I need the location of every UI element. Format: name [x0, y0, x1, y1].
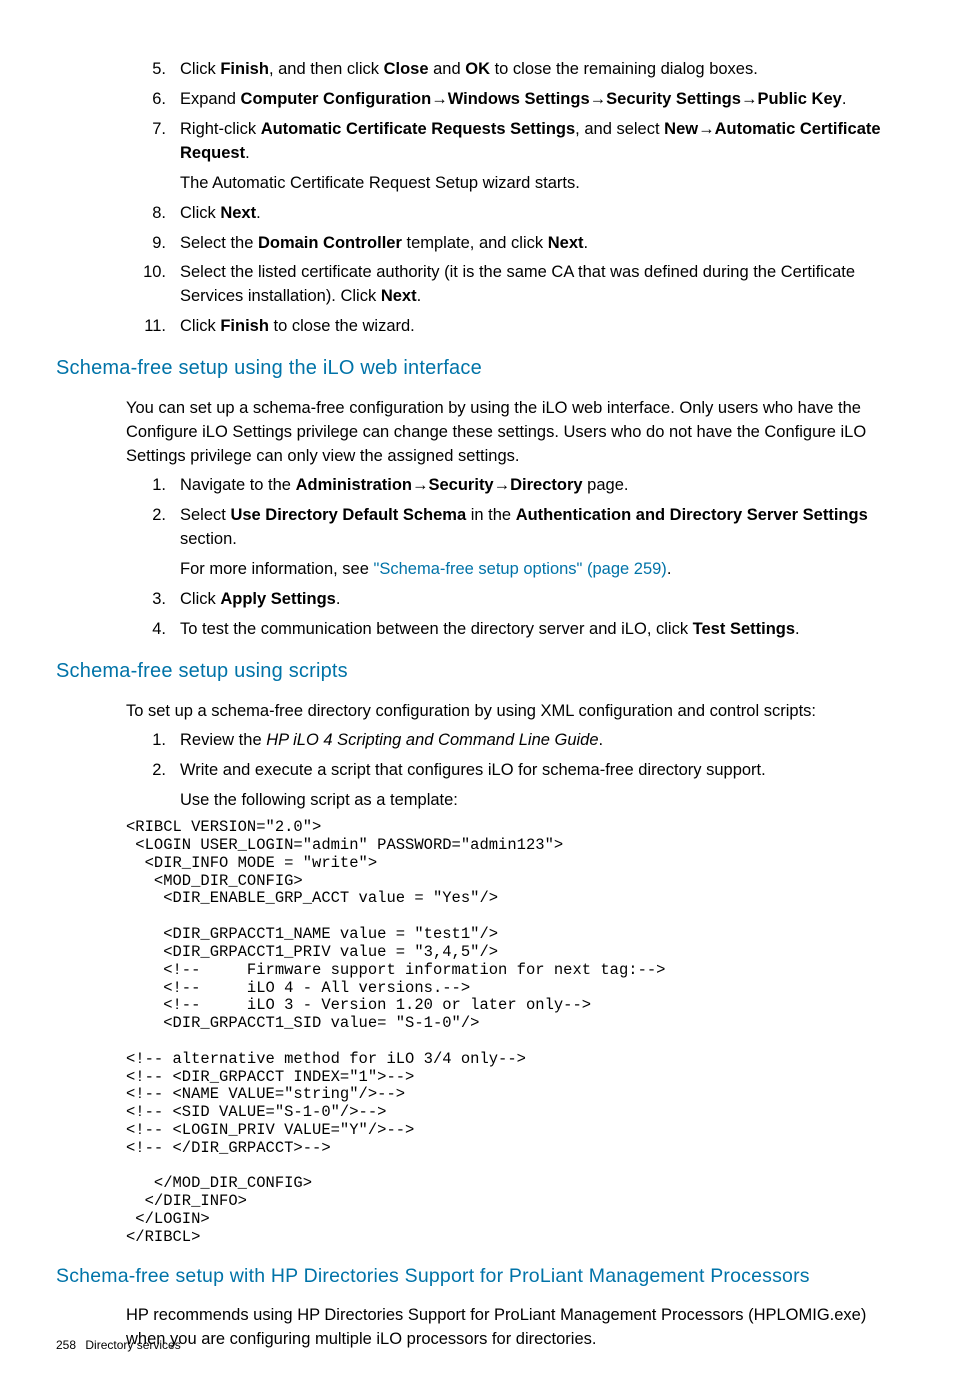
step-number: 5.	[126, 58, 180, 82]
footer: 258 Directory services	[56, 1338, 181, 1352]
link-schema-free-options[interactable]: "Schema-free setup options" (page 259)	[374, 560, 667, 578]
list-item: 1.Review the HP iLO 4 Scripting and Comm…	[126, 729, 898, 753]
step-number: 10.	[126, 261, 180, 309]
list-item: 10.Select the listed certificate authori…	[126, 261, 898, 309]
step-list-web: 1.Navigate to the Administration→Securit…	[126, 474, 898, 642]
step-text: Review the HP iLO 4 Scripting and Comman…	[180, 729, 898, 753]
list-item: 1.Navigate to the Administration→Securit…	[126, 474, 898, 498]
step-number: 1.	[126, 729, 180, 753]
list-item: 6.Expand Computer Configuration→Windows …	[126, 88, 898, 112]
list-item: 3.Click Apply Settings.	[126, 588, 898, 612]
step-text: Right-click Automatic Certificate Reques…	[180, 118, 898, 166]
list-item: 2.Select Use Directory Default Schema in…	[126, 504, 898, 552]
step-number: 3.	[126, 588, 180, 612]
para-scripts: To set up a schema-free directory config…	[126, 700, 898, 724]
step-number: 2.	[126, 759, 180, 783]
step-number: 8.	[126, 202, 180, 226]
step-text: Click Finish, and then click Close and O…	[180, 58, 898, 82]
heading-web: Schema-free setup using the iLO web inte…	[56, 357, 898, 380]
para-hp: HP recommends using HP Directories Suppo…	[126, 1304, 898, 1352]
step-text: Expand Computer Configuration→Windows Se…	[180, 88, 898, 112]
step-number: 11.	[126, 315, 180, 339]
step-number: 1.	[126, 474, 180, 498]
list-item: 5.Click Finish, and then click Close and…	[126, 58, 898, 82]
step-text: Select Use Directory Default Schema in t…	[180, 504, 898, 552]
sub-text: For more information, see "Schema-free s…	[180, 558, 898, 582]
footer-section: Directory services	[85, 1338, 180, 1352]
step-list-scripts: 1.Review the HP iLO 4 Scripting and Comm…	[126, 729, 898, 813]
step-number: 2.	[126, 504, 180, 552]
list-item: 8.Click Next.	[126, 202, 898, 226]
step-text: Click Finish to close the wizard.	[180, 315, 898, 339]
sub-text: Use the following script as a template:	[180, 789, 898, 813]
step-text: To test the communication between the di…	[180, 618, 898, 642]
list-item: 4.To test the communication between the …	[126, 618, 898, 642]
step-text: Click Apply Settings.	[180, 588, 898, 612]
step-text: Select the Domain Controller template, a…	[180, 232, 898, 256]
list-item: 7.Right-click Automatic Certificate Requ…	[126, 118, 898, 166]
step-list-a: 5.Click Finish, and then click Close and…	[126, 58, 898, 339]
list-item: 11.Click Finish to close the wizard.	[126, 315, 898, 339]
list-item: 9.Select the Domain Controller template,…	[126, 232, 898, 256]
step-number: 6.	[126, 88, 180, 112]
step-text: Select the listed certificate authority …	[180, 261, 898, 309]
step-text: Write and execute a script that configur…	[180, 759, 898, 783]
step-number: 7.	[126, 118, 180, 166]
list-item: 2.Write and execute a script that config…	[126, 759, 898, 783]
step-text: Click Next.	[180, 202, 898, 226]
code-block: <RIBCL VERSION="2.0"> <LOGIN USER_LOGIN=…	[126, 819, 898, 1247]
heading-scripts: Schema-free setup using scripts	[56, 660, 898, 683]
para-web: You can set up a schema-free configurati…	[126, 397, 898, 469]
footer-page-num: 258	[56, 1338, 76, 1352]
step-number: 9.	[126, 232, 180, 256]
step-text: Navigate to the Administration→Security→…	[180, 474, 898, 498]
step-number: 4.	[126, 618, 180, 642]
heading-hp: Schema-free setup with HP Directories Su…	[56, 1265, 898, 1288]
sub-text: The Automatic Certificate Request Setup …	[180, 172, 898, 196]
